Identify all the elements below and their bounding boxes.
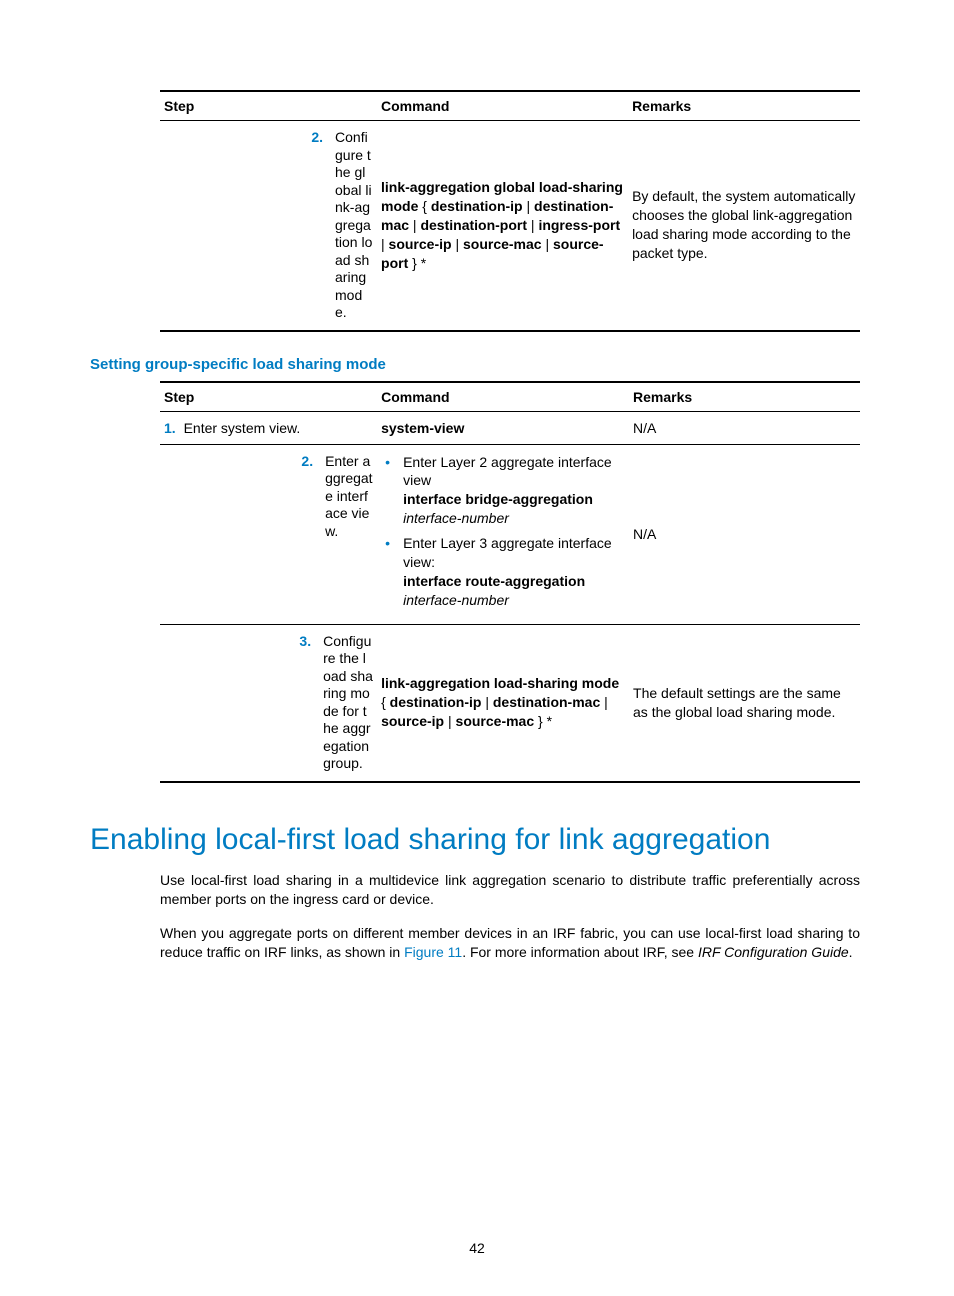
col-header-remarks: Remarks bbox=[628, 91, 860, 121]
col-header-command: Command bbox=[377, 382, 629, 412]
step-label: Configure the load sharing mode for the … bbox=[323, 633, 373, 773]
step-number: 3. bbox=[299, 633, 311, 649]
col-header-remarks: Remarks bbox=[629, 382, 860, 412]
remarks-text: By default, the system automatically cho… bbox=[628, 121, 860, 331]
step-number: 1. bbox=[164, 420, 176, 436]
subheading-group-specific: Setting group-specific load sharing mode bbox=[90, 356, 864, 373]
table-group-load-sharing: Step Command Remarks 1. Enter system vie… bbox=[160, 381, 860, 783]
remarks-text: N/A bbox=[629, 411, 860, 444]
table-global-load-sharing: Step Command Remarks 2. Configure the gl… bbox=[160, 90, 860, 332]
col-header-command: Command bbox=[377, 91, 628, 121]
list-item: Enter Layer 2 aggregate interface view i… bbox=[403, 453, 625, 529]
table-row: 2. Enter aggregate interface view. Enter… bbox=[160, 444, 860, 624]
section-heading: Enabling local-first load sharing for li… bbox=[90, 823, 864, 857]
col-header-step: Step bbox=[160, 91, 377, 121]
table-row: 2. Configure the global link-aggregation… bbox=[160, 121, 860, 331]
remarks-text: The default settings are the same as the… bbox=[629, 624, 860, 782]
step-label: Configure the global link-aggregation lo… bbox=[335, 129, 373, 322]
figure-link[interactable]: Figure 11 bbox=[404, 944, 462, 960]
step-number: 2. bbox=[311, 129, 323, 145]
list-item: Enter Layer 3 aggregate interface view: … bbox=[403, 534, 625, 610]
paragraph: Use local-first load sharing in a multid… bbox=[160, 871, 860, 910]
paragraph: When you aggregate ports on different me… bbox=[160, 924, 860, 963]
col-header-step: Step bbox=[160, 382, 377, 412]
table-row: 1. Enter system view. system-view N/A bbox=[160, 411, 860, 444]
cmd-text: system-view bbox=[381, 420, 464, 436]
step-label: Enter aggregate interface view. bbox=[325, 453, 373, 541]
step-number: 2. bbox=[301, 453, 313, 469]
page-number: 42 bbox=[0, 1240, 954, 1256]
page: Step Command Remarks 2. Configure the gl… bbox=[0, 0, 954, 1296]
table-row: 3. Configure the load sharing mode for t… bbox=[160, 624, 860, 782]
bullet-list: Enter Layer 2 aggregate interface view i… bbox=[381, 453, 625, 610]
step-label: Enter system view. bbox=[184, 420, 301, 436]
remarks-text: N/A bbox=[629, 444, 860, 624]
